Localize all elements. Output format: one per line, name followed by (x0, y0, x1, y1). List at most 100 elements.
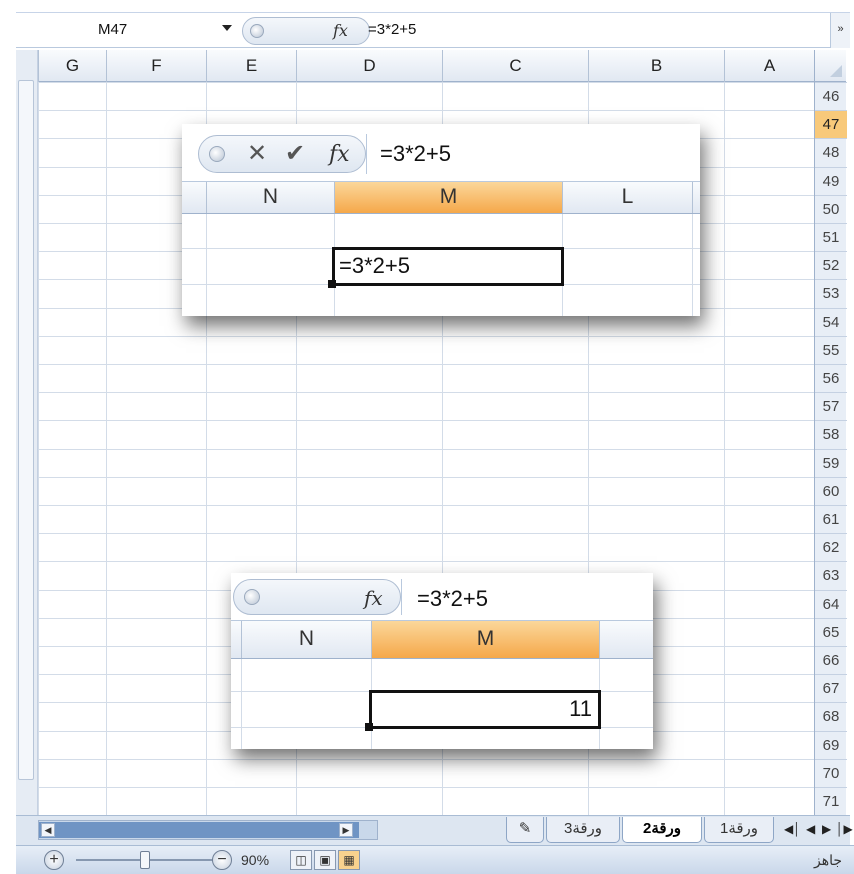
prev-sheet-icon[interactable]: ◀ (806, 822, 815, 836)
resize-knob-icon (209, 146, 225, 162)
column-header-n[interactable]: N (206, 182, 334, 213)
gridline (38, 364, 814, 365)
scroll-thumb[interactable] (18, 80, 34, 780)
resize-knob-icon[interactable] (250, 24, 264, 38)
gridline (38, 448, 814, 450)
fill-handle[interactable] (365, 723, 373, 731)
row-header-61[interactable]: 61 (815, 505, 847, 533)
column-header-c[interactable]: C (442, 50, 588, 82)
insert-function-icon[interactable]: fx (364, 586, 383, 610)
gridline (38, 110, 814, 112)
column-header-n[interactable]: N (241, 621, 371, 658)
column-header-f[interactable]: F (106, 50, 206, 82)
zoom-callout-editing: ✕ ✔ fx =3*2+5 N M L =3*2+5 (182, 124, 700, 316)
row-header-48[interactable]: 48 (815, 138, 847, 166)
active-cell-editing[interactable]: =3*2+5 (332, 247, 564, 286)
first-sheet-icon[interactable]: ◀│ (784, 822, 801, 836)
row-header-69[interactable]: 69 (815, 730, 847, 759)
row-header-50[interactable]: 50 (815, 194, 847, 223)
gridline (38, 533, 814, 535)
insert-sheet-icon[interactable]: ✎ (506, 817, 544, 843)
status-bar: + − 90% ◫ ▣ ▦ جاهز (16, 845, 854, 874)
row-header-51[interactable]: 51 (815, 223, 847, 251)
zoom-slider[interactable] (76, 859, 226, 861)
gridline (38, 787, 814, 788)
next-sheet-icon[interactable]: ▶ (822, 822, 831, 836)
row-header-54[interactable]: 54 (815, 307, 847, 336)
gridline (38, 476, 814, 478)
row-header-55[interactable]: 55 (815, 335, 847, 364)
enter-icon[interactable]: ✔ (285, 139, 305, 168)
row-header-58[interactable]: 58 (815, 420, 847, 448)
normal-view-icon[interactable]: ▦ (338, 850, 360, 870)
row-header-60[interactable]: 60 (815, 476, 847, 505)
formula-input[interactable]: =3*2+5 (368, 21, 416, 38)
row-header-46[interactable]: 46 (815, 82, 847, 110)
column-header-g[interactable]: G (38, 50, 106, 82)
column-header-m[interactable]: M (334, 182, 562, 213)
row-header-67[interactable]: 67 (815, 674, 847, 702)
insert-function-icon[interactable]: fx (333, 21, 348, 40)
scroll-thumb[interactable] (39, 822, 359, 838)
formula-input[interactable]: =3*2+5 (417, 586, 488, 612)
row-header-57[interactable]: 57 (815, 392, 847, 420)
row-header-63[interactable]: 63 (815, 561, 847, 589)
name-box[interactable]: M47 (16, 15, 241, 45)
gridline (692, 214, 693, 316)
column-header-b[interactable]: B (588, 50, 724, 82)
row-header-68[interactable]: 68 (815, 702, 847, 730)
row-header-64[interactable]: 64 (815, 589, 847, 618)
callout-formula-bar: ✕ ✔ fx =3*2+5 (182, 124, 700, 182)
column-header-l[interactable]: L (562, 182, 692, 213)
scroll-left-icon[interactable]: ◀ (41, 823, 55, 837)
horizontal-scrollbar[interactable]: ◀ ▶ (38, 820, 378, 840)
row-header-47[interactable]: 47 (815, 110, 847, 139)
gridline (206, 214, 207, 316)
column-header-a[interactable]: A (724, 50, 814, 82)
column-header-e[interactable]: E (206, 50, 296, 82)
row-header-56[interactable]: 56 (815, 364, 847, 392)
column-header-d[interactable]: D (296, 50, 442, 82)
chevron-down-icon[interactable] (222, 25, 232, 31)
column-header: GFEDCBA (38, 50, 814, 82)
active-cell-result[interactable]: 11 (369, 690, 601, 729)
tab-sheet3[interactable]: ورقة3 (546, 817, 620, 843)
vertical-scrollbar[interactable] (16, 50, 38, 815)
page-layout-view-icon[interactable]: ▣ (314, 850, 336, 870)
last-sheet-icon[interactable]: │▶ (836, 822, 853, 836)
zoom-out-button[interactable]: − (212, 850, 232, 870)
row-header-71[interactable]: 71 (815, 787, 847, 815)
gridline (38, 561, 814, 563)
gridline (38, 420, 814, 422)
column-header-m[interactable]: M (371, 621, 599, 658)
divider (401, 579, 402, 615)
cancel-icon[interactable]: ✕ (247, 139, 267, 168)
expand-formula-bar-button[interactable]: » (830, 13, 850, 48)
row-header-66[interactable]: 66 (815, 646, 847, 674)
column-header-k (692, 182, 700, 213)
formula-input[interactable]: =3*2+5 (380, 141, 451, 167)
row-header-65[interactable]: 65 (815, 617, 847, 646)
page-break-view-icon[interactable]: ◫ (290, 850, 312, 870)
insert-function-icon[interactable]: fx (329, 142, 350, 167)
select-all-button[interactable] (814, 50, 846, 82)
callout-column-header: N M (231, 621, 653, 659)
row-header-52[interactable]: 52 (815, 251, 847, 279)
name-box-value: M47 (98, 21, 128, 38)
row-header-70[interactable]: 70 (815, 758, 847, 787)
zoom-level[interactable]: 90% (241, 852, 269, 868)
row-header-62[interactable]: 62 (815, 533, 847, 561)
tab-sheet2[interactable]: ورقة2 (622, 817, 702, 843)
row-header-59[interactable]: 59 (815, 448, 847, 477)
row-header-49[interactable]: 49 (815, 166, 847, 195)
tab-sheet1[interactable]: ورقة1 (704, 817, 774, 843)
row-header-53[interactable]: 53 (815, 279, 847, 307)
row-header: 46 47 48 49 50 51 52 53 54 55 56 57 58 59 60 61 62 63 64 65… (814, 82, 847, 815)
zoom-callout-result: fx =3*2+5 N M 11 (231, 573, 653, 749)
zoom-in-button[interactable]: + (44, 850, 64, 870)
callout-formula-bar: fx =3*2+5 (231, 573, 653, 621)
zoom-slider-thumb[interactable] (140, 851, 150, 869)
gridline (38, 82, 814, 83)
fill-handle[interactable] (328, 280, 336, 288)
scroll-right-icon[interactable]: ▶ (339, 823, 353, 837)
